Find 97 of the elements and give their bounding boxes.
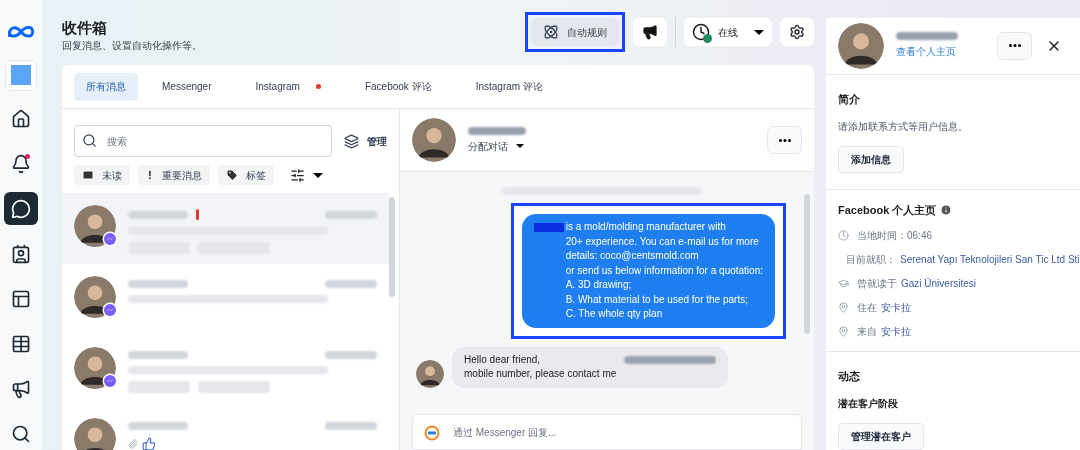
redacted-text xyxy=(128,210,188,219)
redacted-text xyxy=(896,32,958,41)
redacted-text xyxy=(325,280,377,288)
search-field[interactable]: 搜索 xyxy=(74,125,332,157)
section-title: 简介 xyxy=(838,91,860,107)
page-avatar-icon[interactable] xyxy=(5,59,37,91)
filter-chip[interactable]: 标签 xyxy=(218,165,274,185)
filter-tab[interactable]: 所有消息 xyxy=(74,72,138,101)
thumbs-up-icon xyxy=(142,437,156,450)
clock-icon xyxy=(692,23,710,41)
detail-link[interactable]: 安卡拉 xyxy=(881,323,911,339)
detail-label: 住在 xyxy=(857,300,877,315)
detail-label: 当地时间：06:46 xyxy=(857,228,933,243)
chat-badge-icon xyxy=(102,373,118,389)
detail-label: 来自 xyxy=(857,324,877,339)
atom-icon xyxy=(543,24,559,40)
manage-button[interactable]: 管理 xyxy=(344,133,387,149)
filter-tab[interactable]: Instagram xyxy=(243,72,333,101)
redacted-text xyxy=(128,280,188,288)
section-title: Facebook 个人主页 xyxy=(838,203,937,218)
add-info-button[interactable]: 添加信息 xyxy=(838,146,904,173)
filter-chip[interactable]: ! 重要消息 xyxy=(138,165,210,185)
redacted-text xyxy=(533,223,564,232)
more-icon xyxy=(778,138,791,142)
scrollbar[interactable] xyxy=(389,197,395,297)
search-icon xyxy=(82,133,97,148)
brand-logo-icon xyxy=(424,425,440,441)
redacted-text xyxy=(128,381,190,393)
detail-link[interactable]: Gazi Üniversitesi xyxy=(901,275,977,291)
section-title: 动态 xyxy=(838,368,860,384)
home-icon xyxy=(11,109,31,130)
detail-link[interactable]: 安卡拉 xyxy=(881,299,911,315)
pages-icon xyxy=(11,288,31,309)
megaphone-button[interactable] xyxy=(633,18,667,46)
detail-label: 曾就读于 xyxy=(857,276,897,291)
more-button[interactable] xyxy=(997,31,1032,60)
view-profile-link[interactable]: 查看个人主页 xyxy=(896,44,958,60)
redacted-text xyxy=(325,422,377,430)
filter-chip[interactable]: 未读 xyxy=(74,165,130,185)
redacted-text xyxy=(128,351,188,359)
more-button[interactable] xyxy=(767,126,802,154)
layers-icon xyxy=(344,133,359,149)
filter-tab[interactable]: Facebook 评论 xyxy=(352,72,444,101)
map-pin-icon xyxy=(838,325,849,337)
redacted-text xyxy=(198,381,270,393)
scrollbar[interactable] xyxy=(804,194,810,334)
page-subtitle: 回复消息、设置自动化操作等。 xyxy=(62,39,203,53)
manage-leads-button[interactable]: 管理潜在客户 xyxy=(838,423,924,450)
avatar xyxy=(416,359,444,388)
page-title: 收件箱 xyxy=(62,18,108,38)
redacted-text xyxy=(325,210,377,219)
more-icon xyxy=(1008,44,1021,48)
reply-field[interactable]: 通过 Messenger 回复... xyxy=(412,414,802,450)
detail-link[interactable]: Serenat Yapı Teknolojileri San Tic Ltd Sti xyxy=(900,251,1080,267)
map-pin-icon xyxy=(838,301,849,313)
filter-tab[interactable]: Instagram 评论 xyxy=(463,72,555,101)
avatar xyxy=(412,118,456,162)
envelope-icon xyxy=(82,169,94,181)
caret-icon xyxy=(754,29,764,35)
redacted-text xyxy=(468,126,526,135)
section-subtitle: 潜在客户阶段 xyxy=(838,397,898,411)
avatar xyxy=(838,22,884,69)
info-icon xyxy=(940,204,953,217)
settings-icon xyxy=(789,24,805,40)
sliders-icon xyxy=(290,167,305,183)
megaphone-icon xyxy=(11,378,31,399)
search-icon xyxy=(11,423,31,444)
bell-icon xyxy=(11,153,31,174)
detail-label: 目前就职： xyxy=(846,252,896,267)
redacted-text xyxy=(128,422,188,430)
chat-badge-icon xyxy=(102,231,118,247)
caret-icon xyxy=(313,172,323,178)
contact-card-icon xyxy=(11,243,31,264)
avatar xyxy=(74,418,116,450)
table-icon xyxy=(11,333,31,354)
assign-dropdown[interactable]: 分配对话 xyxy=(468,138,526,154)
clock-icon xyxy=(838,229,849,241)
filter-settings-button[interactable] xyxy=(290,167,323,183)
conversation-item[interactable] xyxy=(62,193,389,264)
chat-badge-icon xyxy=(102,302,118,318)
intro-text: 请添加联系方式等用户信息。 xyxy=(838,120,968,134)
caret-icon xyxy=(516,144,524,148)
settings-button[interactable] xyxy=(780,18,814,46)
chat-icon xyxy=(11,198,31,219)
paperclip-icon xyxy=(128,439,138,449)
status-dropdown[interactable]: 在线 xyxy=(684,18,772,46)
filter-tab[interactable]: Messenger xyxy=(150,72,224,101)
tag-icon xyxy=(226,169,238,181)
exclamation-icon: ! xyxy=(146,167,154,183)
message-text: is a mold/molding manufacturer with 20+ experience. You can e-mail us for more details: coco@centsmold.com or send us below information for a quotation: A. 3D drawing; B. What material to be used for the parts; C. The whole qty plan xyxy=(565,220,763,321)
graduation-cap-icon xyxy=(838,277,849,289)
message-text: Hello dear friend, mobile number, please contact me xyxy=(464,352,617,381)
redacted-text xyxy=(325,351,377,359)
auto-rule-button[interactable]: 自动规则 xyxy=(531,18,619,46)
sidebar-item[interactable] xyxy=(4,192,38,226)
megaphone-icon xyxy=(642,24,658,40)
logo-icon[interactable] xyxy=(6,24,36,40)
